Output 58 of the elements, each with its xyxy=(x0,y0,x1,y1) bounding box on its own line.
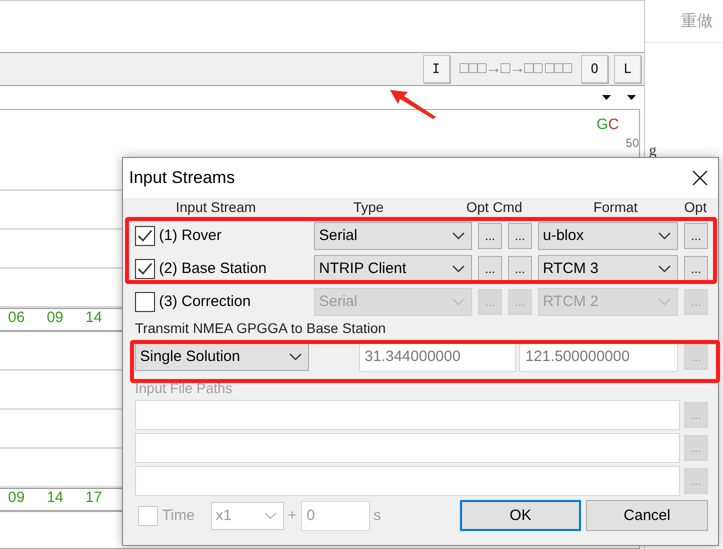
longitude-field[interactable]: 121.500000000 xyxy=(519,342,678,372)
format-options-button[interactable]: ... xyxy=(684,222,708,248)
chevron-down-icon xyxy=(288,352,302,360)
chevron-down-icon xyxy=(658,264,672,272)
command-button[interactable]: ... xyxy=(508,256,532,282)
close-icon[interactable] xyxy=(692,170,708,186)
column-header: Input Stream xyxy=(174,199,257,215)
satellite-label: 09 xyxy=(46,309,64,328)
unit-label: s xyxy=(374,507,382,524)
file-path-field[interactable] xyxy=(135,400,680,430)
dropdown-arrow-icon[interactable] xyxy=(602,95,611,100)
satellite-label: 06 xyxy=(8,309,25,328)
toolbar-label: □□□→□→□□ □□□ xyxy=(458,60,572,78)
toolbar-button[interactable]: O xyxy=(581,55,608,83)
format-options-button[interactable]: ... xyxy=(684,256,708,282)
section-label: Input File Paths xyxy=(135,380,234,398)
column-header: Type xyxy=(352,199,385,215)
column-header: Opt xyxy=(683,199,708,215)
checkbox[interactable] xyxy=(135,258,155,278)
plus-sign: + xyxy=(288,507,297,524)
column-header: Opt Cmd xyxy=(465,199,524,215)
chevron-down-icon xyxy=(658,298,672,306)
stream-label: (3) Correction xyxy=(159,293,251,310)
satellite-label: 14 xyxy=(46,489,64,508)
command-button[interactable]: ... xyxy=(508,222,532,248)
format-dropdown[interactable]: RTCM 3 xyxy=(538,254,678,282)
dropdown-arrow-icon[interactable] xyxy=(627,95,636,100)
nmea-mode-dropdown[interactable]: Single Solution xyxy=(135,342,309,370)
checkbox[interactable] xyxy=(135,226,155,246)
options-button[interactable]: ... xyxy=(478,256,502,282)
satellite-label: 09 xyxy=(8,489,25,508)
chevron-down-icon xyxy=(452,298,466,306)
satellite-label: 14 xyxy=(85,309,102,328)
toolbar-button[interactable]: L xyxy=(614,55,641,83)
chevron-down-icon xyxy=(452,264,466,272)
chevron-down-icon xyxy=(264,512,277,520)
stream-label: (2) Base Station xyxy=(159,260,267,277)
legend-label: G xyxy=(596,116,608,133)
file-path-field[interactable] xyxy=(135,466,680,496)
legend-label: C xyxy=(608,116,619,133)
dialog-title: Input Streams xyxy=(129,168,235,188)
chevron-down-icon xyxy=(658,232,672,240)
file-path-field[interactable] xyxy=(135,432,680,462)
chevron-down-icon xyxy=(452,232,466,240)
axis-label: 50 xyxy=(626,137,639,150)
time-label: Time xyxy=(162,507,195,524)
column-header: Format xyxy=(592,199,639,215)
options-button[interactable]: ... xyxy=(478,222,502,248)
latitude-field[interactable]: 31.344000000 xyxy=(358,342,516,372)
section-label: Transmit NMEA GPGGA to Base Station xyxy=(135,320,387,336)
stream-label: (1) Rover xyxy=(159,227,222,244)
type-dropdown[interactable]: Serial xyxy=(314,222,472,250)
dialog-button[interactable]: OK xyxy=(460,500,581,531)
dialog-button[interactable]: Cancel xyxy=(586,500,708,531)
satellite-label: 17 xyxy=(85,489,102,508)
toolbar-button[interactable]: I xyxy=(422,55,450,83)
format-dropdown[interactable]: u-blox xyxy=(538,222,678,250)
type-dropdown[interactable]: NTRIP Client xyxy=(314,254,472,282)
